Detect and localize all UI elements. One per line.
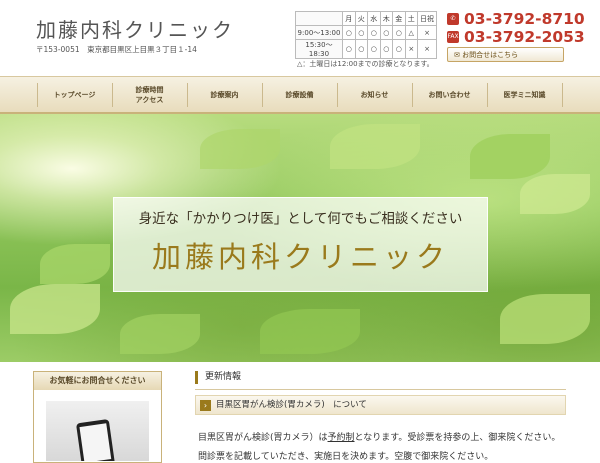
hero-banner: 身近な「かかりつけ医」として何でもご相談ください 加藤内科クリニック [113,197,488,292]
hours-mark: ○ [367,39,381,59]
news-item-title: 目黒区胃がん検診(胃カメラ) について [216,400,367,410]
fax-icon: FAX [447,31,459,43]
hours-mark: ○ [392,39,406,59]
chevron-right-icon: › [200,400,211,411]
hours-mark: ○ [342,25,356,40]
hours-day-header: 月 [342,11,356,26]
main-nav: トップページ 診療時間 アクセス 診療案内 診療設備 お知らせ お問い合わせ 医… [0,76,600,114]
nav-item-equipment[interactable]: 診療設備 [262,77,337,113]
hours-mark: ○ [379,39,393,59]
hours-mark: ○ [379,25,393,40]
envelope-icon: ✉ [454,51,460,59]
news-body-suffix: となります。受診票を持参の上、御来院ください。 [354,433,561,443]
hours-mark: △ [404,25,418,40]
hours-mark: ○ [342,39,356,59]
news-body: 目黒区胃がん検診(胃カメラ）は予約制となります。受診票を持参の上、御来院ください… [198,430,560,443]
hero-tagline: 身近な「かかりつけ医」として何でもご相談ください [138,211,463,227]
nav-item-contact[interactable]: お問い合わせ [412,77,487,113]
nav-item-hours-access[interactable]: 診療時間 アクセス [112,77,187,113]
leaf-decoration [330,124,420,169]
site-header: 加藤内科クリニック 〒153-0051 東京都目黒区上目黒３丁目１-14 月 火… [0,0,600,76]
hours-day-header: 木 [379,11,393,26]
hours-day-header: 金 [392,11,406,26]
hours-mark: ○ [367,25,381,40]
hours-mark: ○ [354,39,368,59]
hours-mark: × [417,25,437,40]
news-section-title: 更新情報 [195,371,241,384]
contact-button-label: お問合せはこちら [462,51,519,59]
hours-corner-cell [295,11,343,26]
hours-day-header: 水 [367,11,381,26]
leaf-decoration [520,174,590,214]
leaf-decoration [40,244,110,284]
hours-slot-label: 9:00～13:00 [295,25,343,40]
leaf-decoration [500,294,590,344]
nav-divider [562,83,563,107]
nav-item-services[interactable]: 診療案内 [187,77,262,113]
news-item-link[interactable]: › 目黒区胃がん検診(胃カメラ) について [195,395,566,415]
news-body-prefix: 目黒区胃がん検診(胃カメラ）は [198,433,328,443]
leaf-decoration [10,284,100,334]
hours-day-header: 日祝 [417,11,437,26]
sidebar-contact-box[interactable]: お気軽にお問合せください [33,371,162,463]
sidebar-heading: お気軽にお問合せください [34,372,161,390]
reservation-link[interactable]: 予約制 [328,433,355,443]
leaf-decoration [200,129,280,169]
hero-title: 加藤内科クリニック [151,240,449,274]
hours-mark: × [404,39,418,59]
office-hours-table: 月 火 水 木 金 土 日祝 9:00～13:00 ○ ○ ○ ○ ○ △ × … [295,11,437,59]
nav-item-medical-tips[interactable]: 医学ミニ知識 [487,77,562,113]
section-divider [195,389,566,390]
tel-number: 03-3792-8710 [464,10,585,28]
clinic-address: 〒153-0051 東京都目黒区上目黒３丁目１-14 [36,45,197,54]
nav-item-news[interactable]: お知らせ [337,77,412,113]
hero-image: 身近な「かかりつけ医」として何でもご相談ください 加藤内科クリニック [0,114,600,362]
hours-mark: ○ [392,25,406,40]
hours-note: △：土曜日は12:00までの診療となります。 [297,60,434,68]
hours-mark: ○ [354,25,368,40]
smartphone-photo [46,401,149,461]
smartphone-icon [75,418,116,461]
leaf-decoration [120,314,200,354]
nav-item-top[interactable]: トップページ [37,77,112,113]
leaf-decoration [470,134,550,179]
fax-number: 03-3792-2053 [464,28,585,46]
hours-day-header: 土 [404,11,418,26]
hours-day-header: 火 [354,11,368,26]
hours-mark: × [417,39,437,59]
hours-slot-label: 15:30～18:30 [295,39,343,59]
leaf-decoration [260,309,360,354]
clinic-logo-title[interactable]: 加藤内科クリニック [36,14,234,43]
contact-button[interactable]: ✉ お問合せはこちら [447,47,564,62]
phone-icon: ✆ [447,13,459,25]
smartphone-screen [79,423,112,461]
